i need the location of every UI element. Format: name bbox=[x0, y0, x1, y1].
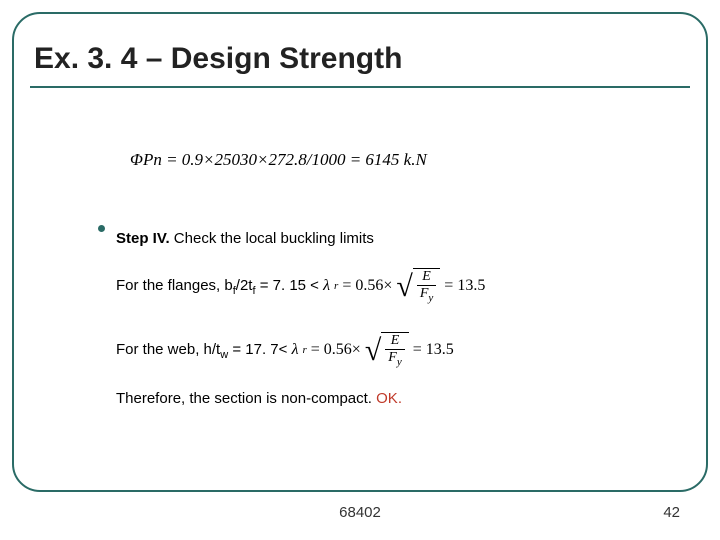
flange-prefix: For the flanges, b bbox=[116, 277, 233, 294]
frac-num: E bbox=[420, 270, 433, 285]
slide-frame bbox=[12, 12, 708, 492]
flange-formula: λr = 0.56× √ E Fy = 13.5 bbox=[323, 268, 485, 304]
web-check-line: For the web, h/tw = 17. 7< λr = 0.56× √ … bbox=[116, 332, 454, 368]
web-result: = 13.5 bbox=[413, 341, 454, 359]
frac-den: Fy bbox=[417, 285, 436, 304]
flange-eqpart: = 0.56× bbox=[342, 277, 392, 295]
sqrt-icon: √ E Fy bbox=[396, 268, 440, 304]
radical-icon: √ bbox=[396, 269, 412, 305]
web-sub-w: w bbox=[220, 349, 228, 361]
fy-sub: y bbox=[428, 292, 433, 304]
frac-num-web: E bbox=[389, 334, 402, 349]
step-heading: Step IV. Check the local buckling limits bbox=[116, 230, 374, 247]
step-label: Step IV. bbox=[116, 230, 170, 247]
flange-mid2: = 7. 15 < bbox=[256, 277, 324, 294]
ok-text: OK. bbox=[376, 390, 402, 407]
fy-sym-web: F bbox=[388, 350, 397, 365]
sqrt-icon-web: √ E Fy bbox=[365, 332, 409, 368]
flange-check-line: For the flanges, bf/2tf = 7. 15 < λr = 0… bbox=[116, 268, 485, 304]
web-formula: λr = 0.56× √ E Fy = 13.5 bbox=[292, 332, 454, 368]
web-eqpart: = 0.56× bbox=[311, 341, 361, 359]
flange-mid1: /2t bbox=[236, 277, 253, 294]
lambda-sub: r bbox=[334, 280, 338, 292]
fraction: E Fy bbox=[413, 268, 440, 304]
lambda-symbol: λ bbox=[323, 277, 330, 295]
frac-den-web: Fy bbox=[385, 349, 404, 368]
title-rule bbox=[30, 86, 690, 88]
equation-pn: ΦPn = 0.9×25030×272.8/1000 = 6145 k.N bbox=[130, 150, 427, 170]
lambda-symbol-web: λ bbox=[292, 341, 299, 359]
radical-icon-web: √ bbox=[365, 333, 381, 369]
fy-sub-web: y bbox=[397, 356, 402, 368]
lambda-sub-web: r bbox=[303, 344, 307, 356]
step-text: Check the local buckling limits bbox=[170, 230, 374, 247]
bullet-icon bbox=[98, 225, 105, 232]
web-prefix: For the web, h/t bbox=[116, 341, 220, 358]
web-mid: = 17. 7< bbox=[228, 341, 291, 358]
flange-result: = 13.5 bbox=[444, 277, 485, 295]
conclusion-line: Therefore, the section is non-compact. O… bbox=[116, 390, 402, 407]
therefore-text: Therefore, the section is non-compact. bbox=[116, 390, 376, 407]
slide-title: Ex. 3. 4 – Design Strength bbox=[34, 42, 402, 76]
page-number: 42 bbox=[663, 504, 680, 521]
fraction-web: E Fy bbox=[381, 332, 408, 368]
footer-code: 68402 bbox=[0, 504, 720, 521]
